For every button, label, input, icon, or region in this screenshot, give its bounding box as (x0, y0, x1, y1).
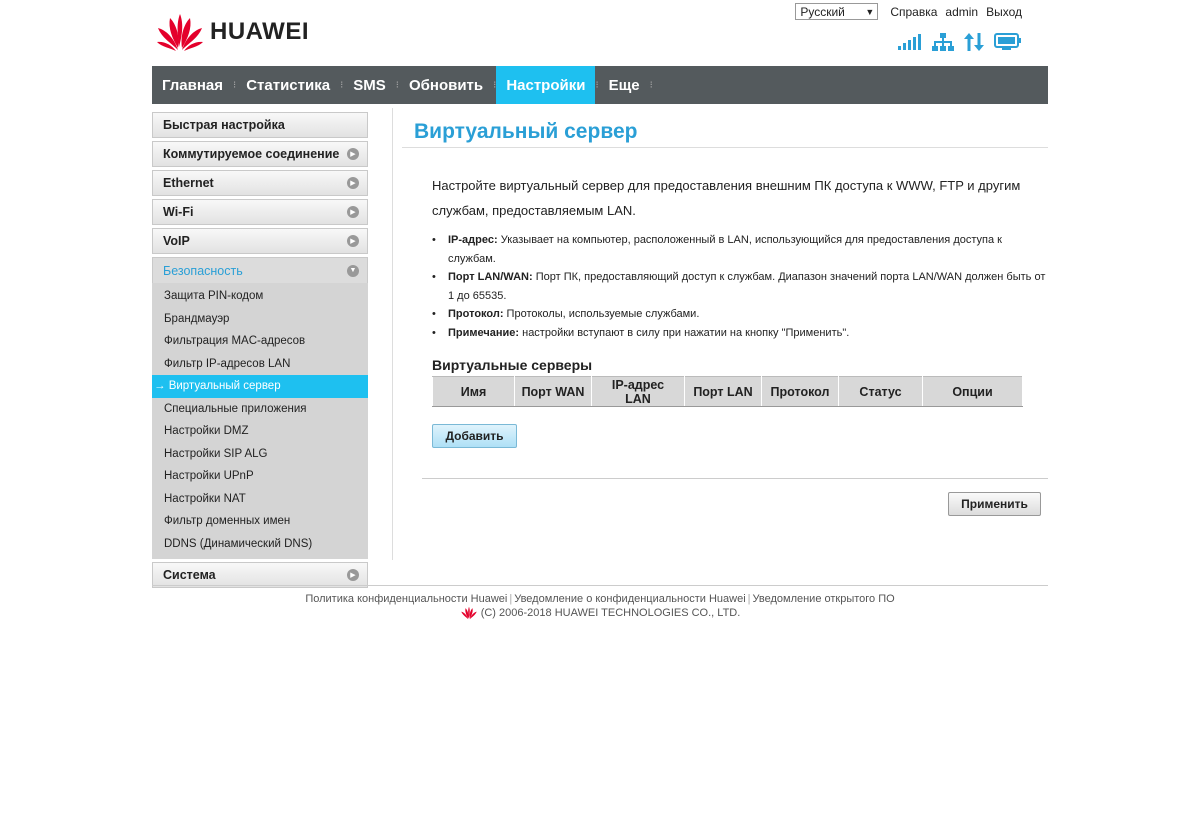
help-link[interactable]: Справка (890, 5, 937, 19)
sidebar-item-label: Wi-Fi (163, 205, 194, 219)
sidebar-item-ddns[interactable]: DDNS (Динамический DNS) (152, 533, 368, 556)
sidebar-item-sip-alg[interactable]: Настройки SIP ALG (152, 443, 368, 466)
dropdown-arrow-icon: ▼ (865, 6, 875, 17)
language-select[interactable]: Русский ▼ (795, 3, 879, 20)
user-link[interactable]: admin (945, 5, 978, 19)
nav-separator: ⁝ (649, 79, 653, 91)
huawei-logo: HUAWEI (156, 12, 309, 52)
huawei-flower-icon (157, 14, 203, 51)
column-header-protocol: Протокол (761, 376, 839, 407)
sidebar-item-quick-setup[interactable]: Быстрая настройка (152, 112, 368, 138)
footer-link-open-source[interactable]: Уведомление открытого ПО (753, 593, 895, 605)
sidebar-item-ethernet[interactable]: Ethernet ▶ (152, 170, 368, 196)
footer-separator: | (509, 593, 513, 605)
sidebar: Быстрая настройка Коммутируемое соединен… (152, 112, 368, 591)
sidebar-item-label: VoIP (163, 234, 190, 248)
nav-settings[interactable]: Настройки (496, 66, 596, 104)
list-term: Примечание: (448, 326, 520, 339)
top-bar: Русский ▼ Справка admin Выход (795, 3, 1026, 20)
help-list: IP-адрес: Указывает на компьютер, распол… (432, 231, 1052, 342)
virtual-servers-table: Имя Порт WAN IP-адрес LAN Порт LAN Прото… (432, 376, 1023, 407)
add-button[interactable]: Добавить (432, 424, 517, 448)
list-item: IP-адрес: Указывает на компьютер, распол… (432, 231, 1052, 268)
sidebar-item-security[interactable]: Безопасность ▼ (152, 257, 368, 283)
security-submenu: Защита PIN-кодом Брандмауэр Фильтрация M… (152, 283, 368, 559)
divider (392, 108, 393, 560)
list-term: Протокол: (448, 308, 504, 320)
logout-link[interactable]: Выход (986, 5, 1022, 19)
status-icons (898, 33, 1022, 51)
column-header-lan-port: Порт LAN (684, 376, 762, 407)
apply-button[interactable]: Применить (948, 492, 1041, 516)
page-title: Виртуальный сервер (402, 108, 1048, 148)
list-term: IP-адрес: (448, 234, 498, 246)
sidebar-item-label: Быстрая настройка (163, 118, 285, 132)
list-item: Порт LAN/WAN: Порт ПК, предоставляющий д… (432, 268, 1052, 305)
copyright-text: (C) 2006-2018 HUAWEI TECHNOLOGIES CO., L… (480, 607, 741, 619)
sidebar-item-voip[interactable]: VoIP ▶ (152, 228, 368, 254)
list-text: Порт ПК, предоставляющий доступ к служба… (448, 271, 1046, 302)
footer-links: Политика конфиденциальности Huawei | Уведо… (152, 593, 1048, 605)
data-transfer-icon[interactable] (964, 33, 984, 51)
sidebar-item-lan-ip-filter[interactable]: Фильтр IP-адресов LAN (152, 353, 368, 376)
sidebar-item-label: Система (163, 568, 216, 582)
sidebar-item-mac-filter[interactable]: Фильтрация MAC-адресов (152, 330, 368, 353)
nav-home[interactable]: Главная (152, 66, 233, 104)
sidebar-item-label: Коммутируемое соединение (163, 147, 340, 161)
monitor-icon[interactable] (994, 33, 1022, 51)
table-title: Виртуальные серверы (432, 357, 593, 373)
list-term: Порт LAN/WAN: (448, 271, 533, 283)
footer-link-privacy-policy[interactable]: Политика конфиденциальности Huawei (305, 593, 507, 605)
column-header-lan-ip: IP-адрес LAN (591, 376, 685, 407)
footer-link-privacy-notice[interactable]: Уведомление о конфиденциальности Huawei (514, 593, 745, 605)
expand-arrow-icon: ▶ (347, 235, 359, 247)
column-header-name: Имя (432, 376, 515, 407)
list-text: Указывает на компьютер, расположенный в … (448, 234, 1002, 265)
network-icon[interactable] (932, 33, 954, 51)
sidebar-item-upnp[interactable]: Настройки UPnP (152, 465, 368, 488)
sidebar-item-dmz[interactable]: Настройки DMZ (152, 420, 368, 443)
column-header-wan-port: Порт WAN (514, 376, 592, 407)
intro-text: Настройте виртуальный сервер для предост… (432, 178, 1021, 218)
sidebar-item-domain-filter[interactable]: Фильтр доменных имен (152, 510, 368, 533)
nav-sms[interactable]: SMS (343, 66, 396, 104)
table-header-row: Имя Порт WAN IP-адрес LAN Порт LAN Прото… (432, 376, 1023, 407)
sidebar-item-label: Безопасность (163, 263, 243, 278)
main-nav: Главная ⁝ Статистика ⁝ SMS ⁝ Обновить ⁝ … (152, 66, 1048, 104)
expand-arrow-icon: ▶ (347, 148, 359, 160)
footer: Политика конфиденциальности Huawei | Уведо… (152, 593, 1048, 620)
sidebar-item-pin-protection[interactable]: Защита PIN-кодом (152, 285, 368, 308)
expand-arrow-icon: ▶ (347, 177, 359, 189)
list-item: Протокол: Протоколы, используемые служба… (432, 305, 1052, 324)
column-header-options: Опции (922, 376, 1023, 407)
nav-more[interactable]: Еще (599, 66, 650, 104)
nav-statistics[interactable]: Статистика (236, 66, 340, 104)
signal-icon[interactable] (898, 34, 922, 50)
brand-name: HUAWEI (210, 18, 309, 45)
column-header-status: Статус (838, 376, 923, 407)
router-page: HUAWEI Русский ▼ Справка admin Выход Гла… (152, 0, 1048, 620)
nav-update[interactable]: Обновить (399, 66, 493, 104)
divider (422, 478, 1048, 479)
sidebar-item-special-apps[interactable]: Специальные приложения (152, 398, 368, 421)
collapse-arrow-icon: ▼ (347, 264, 359, 277)
footer-divider (152, 585, 1048, 586)
expand-arrow-icon: ▶ (347, 569, 359, 581)
sidebar-item-label: Ethernet (163, 176, 214, 190)
list-item: Примечание: настройки вступают в силу пр… (432, 324, 1052, 343)
huawei-small-logo-icon (461, 606, 477, 620)
list-text: настройки вступают в силу при нажатии на… (519, 326, 850, 339)
sidebar-item-firewall[interactable]: Брандмауэр (152, 308, 368, 331)
sidebar-item-nat[interactable]: Настройки NAT (152, 488, 368, 511)
header: HUAWEI Русский ▼ Справка admin Выход (152, 0, 1048, 66)
sidebar-item-wifi[interactable]: Wi-Fi ▶ (152, 199, 368, 225)
expand-arrow-icon: ▶ (347, 206, 359, 218)
list-text: Протоколы, используемые службами. (503, 308, 700, 320)
sidebar-item-virtual-server[interactable]: → Виртуальный сервер (152, 375, 368, 398)
copyright: (C) 2006-2018 HUAWEI TECHNOLOGIES CO., L… (152, 606, 1048, 620)
footer-separator: | (747, 593, 751, 605)
sidebar-item-dialup[interactable]: Коммутируемое соединение ▶ (152, 141, 368, 167)
language-value: Русский (800, 4, 845, 19)
main-content: Виртуальный сервер Настройте виртуальный… (402, 108, 1048, 516)
